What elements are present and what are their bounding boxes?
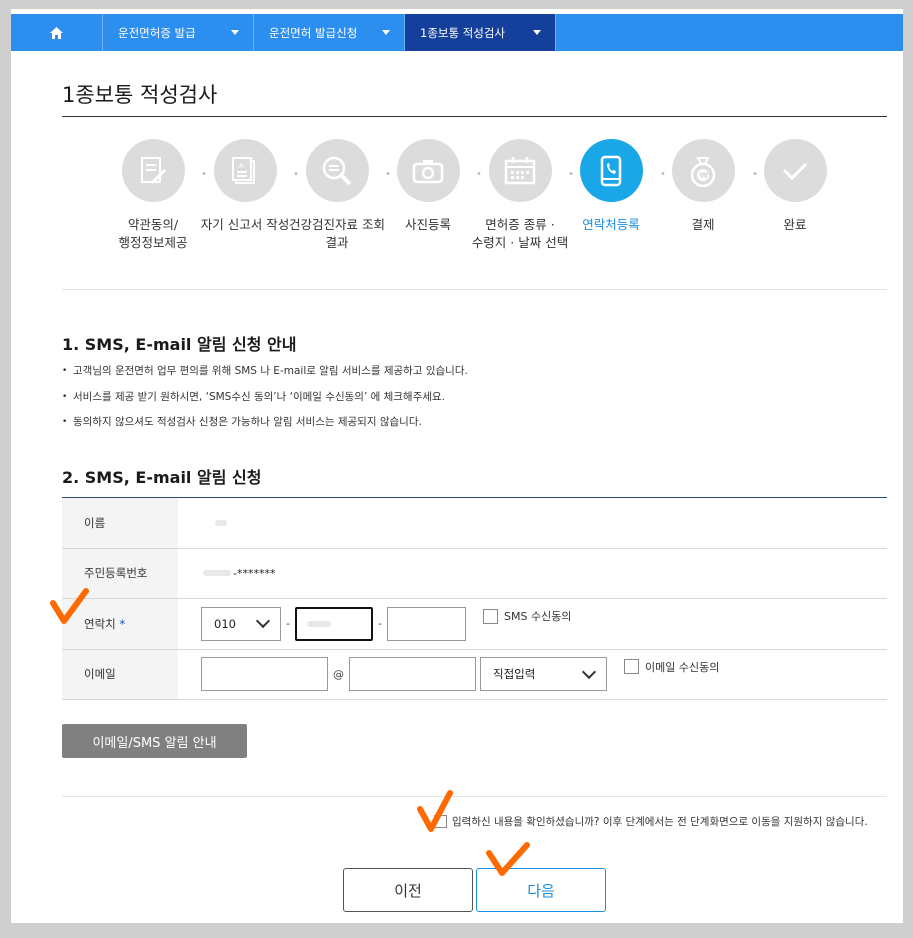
section-title: 2. SMS, E-mail 알림 신청 [62,468,262,487]
sms-consent[interactable]: SMS 수신동의 [483,608,571,624]
step-label: 행정정보제공 [118,235,188,250]
confirm-row[interactable]: 입력하신 내용을 확인하셨습니까? 이후 단계에서는 전 단계화면으로 이동을 … [434,814,868,829]
phone-last-input[interactable] [387,606,466,641]
step-health-check: 건강검진자료 조회결과 [287,139,387,252]
home-button[interactable] [11,14,103,51]
nav-item-aptitude-test[interactable]: 1종보통 적성검사 [405,14,556,51]
divider [62,796,887,797]
step-license-type: 면허증 종류 · 수령지 · 날짜 선택 [470,139,570,252]
title-divider [62,116,887,117]
chevron-down-icon [581,664,597,679]
svg-text:A: A [239,162,244,170]
step-label: 약관동의/ [127,217,179,232]
required-mark: * [119,616,126,631]
step-label: 자기 신고서 작성 [200,217,290,232]
confirm-text: 입력하신 내용을 확인하셨습니까? 이후 단계에서는 전 단계화면으로 이동을 … [452,816,868,828]
email-domain-select-value: 직접입력 [493,667,536,682]
chevron-down-icon [255,614,271,629]
form-row-name: 이름 [62,498,887,549]
sms-consent-checkbox[interactable] [483,608,498,624]
camera-icon [412,159,444,183]
annotation-check-icon [50,588,89,624]
step-contact: 연락처등록 [561,139,661,234]
nav-item-license-apply[interactable]: 운전면허 발급신청 [254,14,405,51]
masked-phone [307,620,331,627]
phone-prefix-select[interactable]: 010 [201,606,281,641]
notice-list: 고객님의 운전면허 업무 편의를 위해 SMS 나 E-mail로 알림 서비스… [62,362,468,439]
step-complete: 완료 [745,139,845,234]
step-label: 면허증 종류 · [485,217,555,232]
email-at: @ [333,667,344,681]
annotation-check-icon [486,842,530,876]
nav-item-label: 운전면허 발급신청 [269,25,358,40]
svg-text:₩: ₩ [700,171,709,180]
annotation-check-icon [417,790,453,832]
step-label: 수령지 · 날짜 선택 [471,235,569,250]
nav-item-label: 1종보통 적성검사 [420,25,506,40]
sms-consent-label: SMS 수신동의 [504,610,572,623]
phone-icon [600,155,622,186]
list-item: 서비스를 제공 받기 원하시면, ‘SMS수신 동의’나 ‘이메일 수신동의’ … [62,388,468,414]
caret-down-icon [382,30,390,35]
check-icon [782,162,808,180]
step-terms: 약관동의/행정정보제공 [103,139,203,252]
magnifier-doc-icon [322,156,352,185]
phone-middle-input[interactable] [295,606,373,641]
step-label: 건강검진자료 조회 [289,217,385,232]
caret-down-icon [533,30,541,35]
email-label: 이메일 [62,649,178,699]
form-row-email: 이메일 @ 직접입력 이메일 수신동의 [62,649,887,700]
step-photo: 사진등록 [378,139,478,234]
step-label: 결과 [325,235,349,250]
nav-item-license-issue[interactable]: 운전면허증 발급 [103,14,254,51]
breadcrumb-nav: 운전면허증 발급 운전면허 발급신청 1종보통 적성검사 [11,14,903,51]
phone-dash: - [378,617,382,631]
step-label: 연락처등록 [582,217,640,232]
name-label: 이름 [62,498,178,548]
page-title: 1종보통 적성검사 [62,83,218,107]
page: 운전면허증 발급 운전면허 발급신청 1종보통 적성검사 1종보통 적성검사 약… [11,9,903,923]
list-item: 고객님의 운전면허 업무 편의를 위해 SMS 나 E-mail로 알림 서비스… [62,362,468,388]
email-domain-input[interactable] [349,657,476,692]
document-pen-icon [141,156,167,184]
contact-form: 이름 주민등록번호 -******* 연락치 * 010 - - SMS 수신동… [62,497,887,700]
masked-name [215,519,227,526]
phone-prefix-value: 010 [214,616,236,631]
prev-button[interactable]: 이전 [343,868,473,912]
email-consent-checkbox[interactable] [624,659,639,674]
section-title: 1. SMS, E-mail 알림 신청 안내 [62,335,297,354]
list-item: 동의하지 않으셔도 적성검사 신청은 가능하나 알림 서비스는 제공되지 않습니… [62,413,468,439]
form-row-rrn: 주민등록번호 -******* [62,548,887,599]
step-payment: ₩ 결제 [653,139,753,234]
home-icon [50,26,63,39]
id-card-icon: A [232,156,255,184]
nav-item-label: 운전면허증 발급 [118,25,196,40]
email-consent-label: 이메일 수신동의 [645,660,720,674]
step-self-report: A 자기 신고서 작성 [195,139,295,234]
email-domain-select[interactable]: 직접입력 [480,657,607,692]
email-sms-info-button[interactable]: 이메일/SMS 알림 안내 [62,724,247,758]
step-label: 사진등록 [404,217,451,232]
divider [62,289,887,290]
email-consent[interactable]: 이메일 수신동의 [624,659,719,675]
rrn-value: -******* [233,566,276,580]
progress-steps: 약관동의/행정정보제공 • • A 자기 신고서 작성 • • 건강검진자료 조… [103,139,863,279]
email-local-input[interactable] [201,657,328,692]
calendar-icon [504,156,536,184]
form-row-phone: 연락치 * 010 - - SMS 수신동의 [62,599,887,650]
phone-dash: - [286,617,290,631]
caret-down-icon [231,30,239,35]
masked-rrn-front [203,570,231,577]
money-bag-icon: ₩ [690,156,716,187]
step-label: 완료 [783,217,807,232]
step-label: 결제 [691,217,715,232]
